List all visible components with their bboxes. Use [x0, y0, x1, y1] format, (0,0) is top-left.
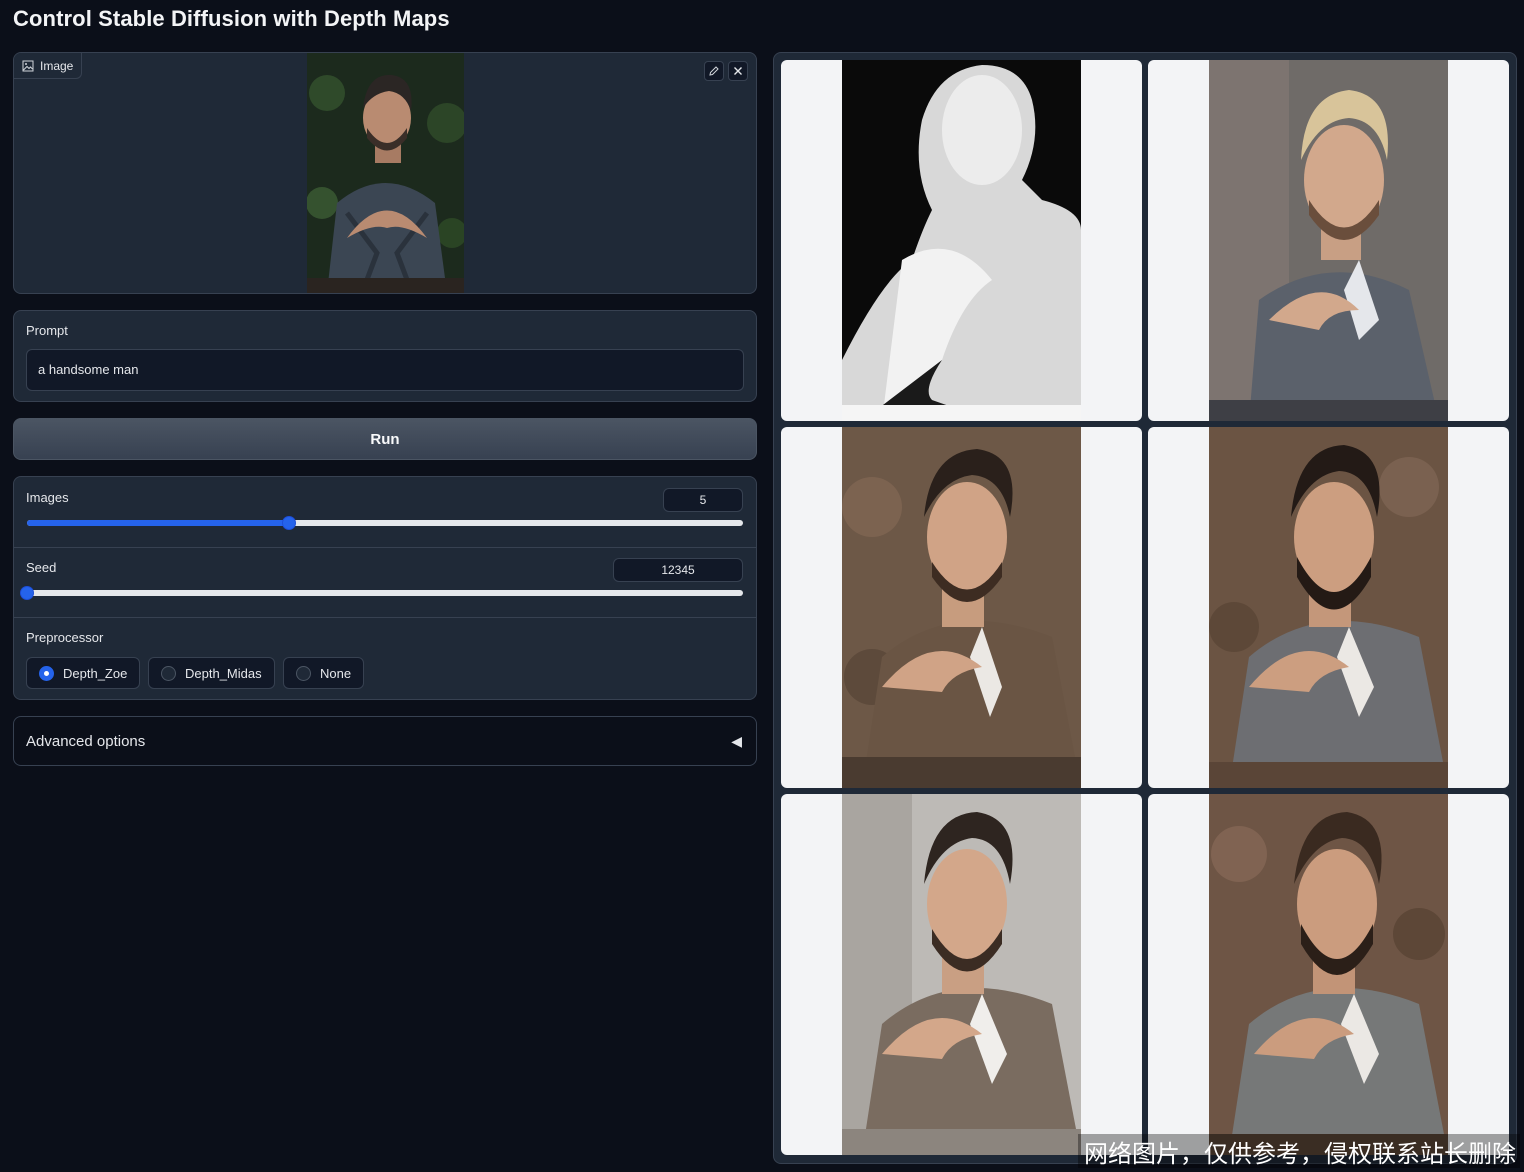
radio-depth-midas[interactable]: Depth_Midas — [148, 657, 275, 689]
images-number-input[interactable]: 5 — [663, 488, 743, 512]
seed-slider[interactable] — [20, 586, 743, 600]
images-slider-thumb[interactable] — [282, 516, 297, 530]
radio-selected-icon — [39, 665, 54, 681]
image-input-label: Image — [14, 53, 83, 79]
images-label: Images — [26, 490, 69, 505]
output-gallery — [773, 52, 1517, 1164]
seed-label: Seed — [26, 560, 57, 575]
radio-label: None — [320, 665, 352, 681]
settings-panel: Images 5 Seed 12345 Preprocessor Depth_Z… — [13, 476, 757, 700]
page-title: Control Stable Diffusion with Depth Maps — [13, 6, 450, 31]
gallery-item-depth-map[interactable] — [781, 60, 1142, 421]
seed-number-input[interactable]: 12345 — [613, 558, 743, 582]
radio-none[interactable]: None — [283, 657, 365, 689]
gallery-item-generated[interactable] — [781, 794, 1142, 1155]
image-input-label-text: Image — [40, 58, 74, 73]
preprocessor-label: Preprocessor — [26, 630, 104, 645]
radio-unselected-icon — [296, 665, 311, 681]
gallery-item-generated[interactable] — [1148, 427, 1509, 788]
divider — [14, 547, 756, 548]
pencil-icon — [709, 66, 719, 76]
run-button[interactable]: Run — [13, 418, 757, 460]
prompt-input[interactable]: a handsome man — [26, 349, 744, 391]
advanced-options-accordion[interactable]: Advanced options ◀ — [13, 716, 757, 766]
advanced-options-label: Advanced options — [26, 733, 146, 750]
images-slider-fill — [27, 520, 290, 526]
watermark: 网络图片，仅供参考，侵权联系站长删除 — [1078, 1134, 1520, 1168]
images-slider[interactable] — [27, 516, 743, 530]
divider — [14, 617, 756, 618]
edit-image-button[interactable] — [704, 61, 724, 81]
close-icon — [734, 67, 742, 75]
image-input-panel[interactable]: Image — [13, 52, 757, 294]
seed-slider-thumb[interactable] — [20, 586, 34, 600]
gallery-item-generated[interactable] — [781, 427, 1142, 788]
prompt-label: Prompt — [26, 323, 68, 338]
uploaded-image — [307, 53, 464, 293]
radio-label: Depth_Midas — [185, 665, 262, 681]
prompt-panel: Prompt a handsome man — [13, 310, 757, 402]
gallery-item-generated[interactable] — [1148, 60, 1509, 421]
caret-left-icon: ◀ — [731, 733, 742, 749]
radio-label: Depth_Zoe — [63, 665, 128, 681]
clear-image-button[interactable] — [728, 61, 748, 81]
radio-depth-zoe[interactable]: Depth_Zoe — [26, 657, 141, 689]
gallery-item-generated[interactable] — [1148, 794, 1509, 1155]
image-icon — [22, 60, 34, 71]
radio-unselected-icon — [161, 665, 176, 681]
